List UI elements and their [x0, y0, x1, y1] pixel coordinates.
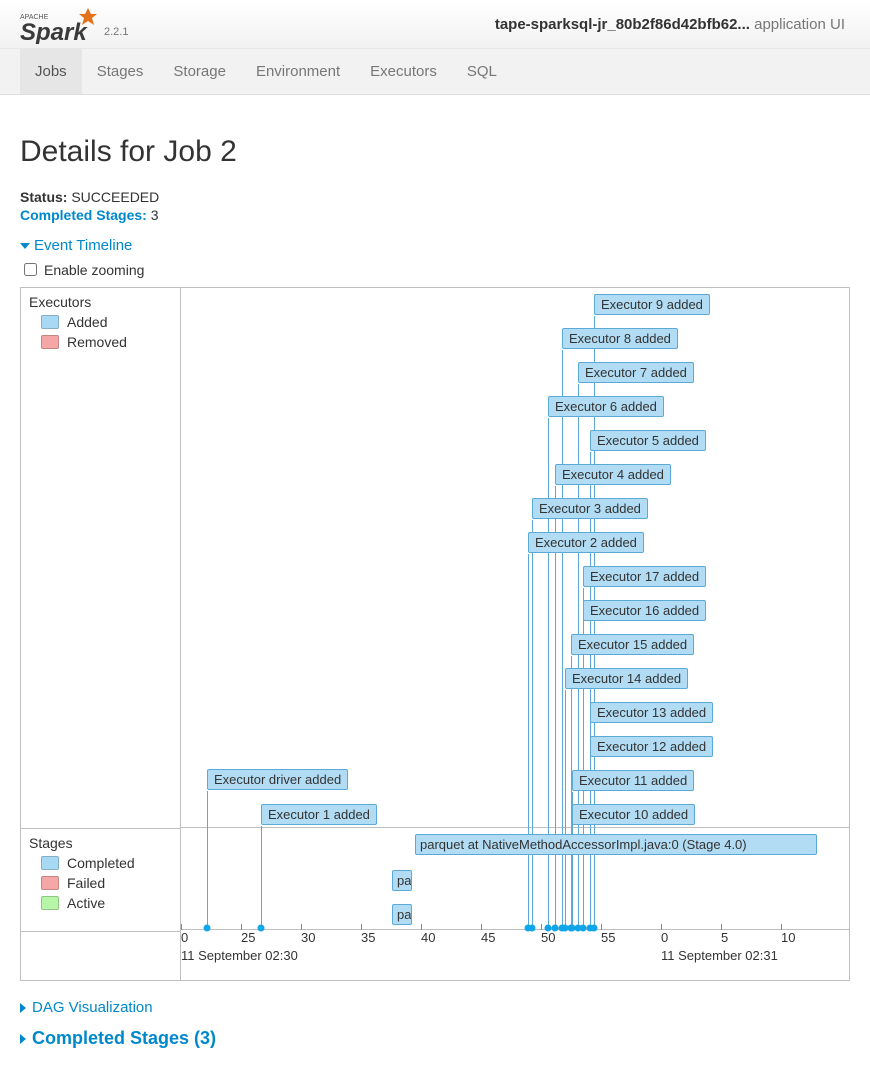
enable-zoom-checkbox[interactable] [24, 263, 37, 276]
status-value: SUCCEEDED [71, 189, 159, 205]
axis-tick: 30 [301, 930, 315, 945]
axis-tick: 25 [241, 930, 255, 945]
removed-swatch-icon [41, 335, 59, 349]
dag-visualization-label: DAG Visualization [32, 999, 153, 1016]
axis-tick: 55 [601, 930, 615, 945]
spark-logo-icon: APACHE Spark [20, 4, 100, 44]
timeline-stage-lane: parquet at NativeMethodAccessorImpl.java… [181, 828, 849, 930]
timeline-executor-event[interactable]: Executor 13 added [590, 702, 713, 723]
timeline-axis: 0 25 30 35 40 45 50 55 0 5 10 11 September 02:30 11 … [181, 930, 849, 978]
legend-removed: Removed [41, 334, 172, 350]
executors-legend-group: Executors Added Removed [21, 288, 180, 829]
timeline-executor-event[interactable]: Executor 1 added [261, 804, 377, 825]
job-summary: Status: SUCCEEDED Completed Stages: 3 [20, 189, 850, 223]
timeline-executor-event[interactable]: Executor 10 added [572, 804, 695, 825]
axis-tick: 50 [541, 930, 555, 945]
timeline-executor-event[interactable]: Executor 14 added [565, 668, 688, 689]
timeline: Executors Added Removed Stages Completed [20, 287, 850, 981]
timeline-executor-event[interactable]: Executor 15 added [571, 634, 694, 655]
legend-added: Added [41, 314, 172, 330]
tab-environment[interactable]: Environment [241, 49, 355, 94]
caret-right-icon [20, 1003, 26, 1013]
page-content: Details for Job 2 Status: SUCCEEDED Comp… [0, 95, 870, 1069]
completed-stages-label[interactable]: Completed Stages: [20, 207, 147, 223]
tab-storage[interactable]: Storage [158, 49, 241, 94]
timeline-executor-event[interactable]: Executor 16 added [583, 600, 706, 621]
active-swatch-icon [41, 896, 59, 910]
caret-right-icon [20, 1034, 26, 1044]
page-title: Details for Job 2 [20, 135, 850, 169]
svg-text:Spark: Spark [20, 19, 88, 44]
legend-removed-label: Removed [67, 334, 127, 350]
timeline-stage-event[interactable]: pa [392, 904, 412, 925]
timeline-executor-event[interactable]: Executor 7 added [578, 362, 694, 383]
stages-legend-group: Stages Completed Failed Active [21, 829, 180, 932]
legend-completed-label: Completed [67, 855, 135, 871]
timeline-stage-event[interactable]: pa [392, 870, 412, 891]
spark-version: 2.2.1 [104, 26, 128, 38]
app-name: tape-sparksql-jr_80b2f86d42bfb62... [495, 16, 750, 33]
axis-tick: 35 [361, 930, 375, 945]
timeline-executor-event[interactable]: Executor 17 added [583, 566, 706, 587]
axis-tick: 0 [181, 930, 188, 945]
completed-stages-row: Completed Stages: 3 [20, 207, 850, 223]
timeline-executor-event[interactable]: Executor 8 added [562, 328, 678, 349]
axis-tick: 5 [721, 930, 728, 945]
timeline-executor-event[interactable]: Executor 12 added [590, 736, 713, 757]
legend-active: Active [41, 895, 172, 911]
completed-stages-value: 3 [151, 207, 159, 223]
timeline-executor-event[interactable]: Executor 4 added [555, 464, 671, 485]
axis-legend-spacer [21, 932, 180, 980]
axis-date-label: 11 September 02:30 [181, 948, 298, 963]
brand-logo[interactable]: APACHE Spark 2.2.1 [0, 0, 143, 48]
enable-zoom-row: Enable zooming [20, 260, 850, 279]
app-title: tape-sparksql-jr_80b2f86d42bfb62... appl… [495, 16, 870, 33]
event-timeline-toggle[interactable]: Event Timeline [20, 237, 132, 254]
timeline-executor-lane: Executor 9 added Executor 8 added Executor… [181, 288, 849, 828]
axis-tick: 0 [661, 930, 668, 945]
axis-tick: 45 [481, 930, 495, 945]
navbar: APACHE Spark 2.2.1 tape-sparksql-jr_80b2… [0, 0, 870, 49]
legend-failed-label: Failed [67, 875, 105, 891]
executors-legend-title: Executors [29, 294, 172, 310]
axis-date-label: 11 September 02:31 [661, 948, 778, 963]
timeline-stage-event[interactable]: parquet at NativeMethodAccessorImpl.java… [415, 834, 817, 855]
added-swatch-icon [41, 315, 59, 329]
status-label: Status: [20, 189, 67, 205]
timeline-executor-event[interactable]: Executor 11 added [572, 770, 694, 791]
tab-jobs[interactable]: Jobs [20, 49, 82, 94]
timeline-executor-event[interactable]: Executor 5 added [590, 430, 706, 451]
app-suffix: application UI [754, 16, 845, 33]
timeline-legend-col: Executors Added Removed Stages Completed [21, 288, 181, 980]
legend-added-label: Added [67, 314, 107, 330]
completed-stages-section-label: Completed Stages (3) [32, 1028, 216, 1049]
tab-sql[interactable]: SQL [452, 49, 512, 94]
completed-stages-toggle[interactable]: Completed Stages (3) [20, 1028, 216, 1049]
axis-tick: 40 [421, 930, 435, 945]
failed-swatch-icon [41, 876, 59, 890]
status-row: Status: SUCCEEDED [20, 189, 850, 205]
legend-active-label: Active [67, 895, 105, 911]
nav-tabs: JobsStagesStorageEnvironmentExecutorsSQL [0, 49, 870, 95]
caret-down-icon [20, 243, 30, 249]
timeline-executor-event[interactable]: Executor 3 added [532, 498, 648, 519]
timeline-chart[interactable]: Executor 9 added Executor 8 added Executor… [181, 288, 849, 980]
stages-legend-title: Stages [29, 835, 172, 851]
axis-tick: 10 [781, 930, 795, 945]
enable-zoom-label: Enable zooming [44, 262, 144, 278]
dag-visualization-toggle[interactable]: DAG Visualization [20, 999, 153, 1016]
event-timeline-label: Event Timeline [34, 237, 132, 254]
timeline-executor-event[interactable]: Executor 6 added [548, 396, 664, 417]
timeline-executor-event[interactable]: Executor 9 added [594, 294, 710, 315]
timeline-executor-event[interactable]: Executor driver added [207, 769, 348, 790]
legend-completed: Completed [41, 855, 172, 871]
tab-executors[interactable]: Executors [355, 49, 452, 94]
tab-stages[interactable]: Stages [82, 49, 159, 94]
completed-swatch-icon [41, 856, 59, 870]
legend-failed: Failed [41, 875, 172, 891]
timeline-executor-event[interactable]: Executor 2 added [528, 532, 644, 553]
